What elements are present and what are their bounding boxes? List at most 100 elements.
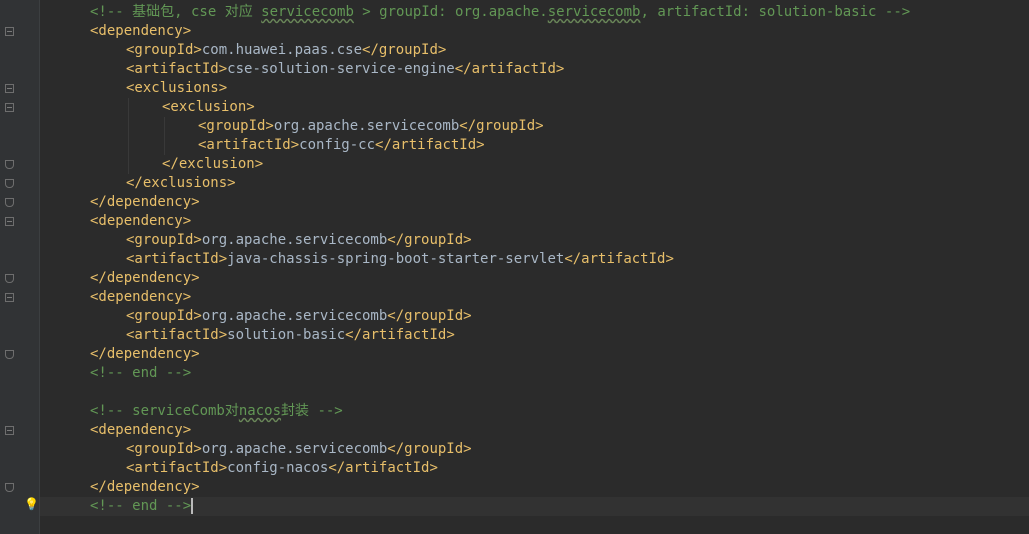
- xml-tag: </artifactId>: [328, 460, 438, 476]
- xml-comment: nacos: [238, 403, 282, 419]
- indent-guide: [128, 98, 129, 174]
- code-line[interactable]: <artifactId>config-nacos</artifactId>: [40, 459, 1029, 478]
- code-line-text: <artifactId>config-nacos</artifactId>: [126, 459, 438, 478]
- xml-tag: <artifactId>: [126, 61, 228, 77]
- fold-collapse-icon[interactable]: [5, 27, 14, 36]
- code-line[interactable]: <artifactId>java-chassis-spring-boot-sta…: [40, 250, 1029, 269]
- xml-tag: </groupId>: [387, 308, 472, 324]
- fold-collapse-icon[interactable]: [5, 84, 14, 93]
- code-line[interactable]: <artifactId>cse-solution-service-engine<…: [40, 60, 1029, 79]
- code-line-text: <exclusion>: [162, 98, 255, 117]
- xml-tag: <groupId>: [126, 42, 202, 58]
- xml-tag: </artifactId>: [375, 137, 485, 153]
- xml-tag: <artifactId>: [126, 327, 228, 343]
- code-line[interactable]: <dependency>: [40, 22, 1029, 41]
- code-line-text: <dependency>: [90, 22, 191, 41]
- code-line-text: <groupId>org.apache.servicecomb</groupId…: [198, 117, 544, 136]
- xml-value: cse-solution-service-engine: [227, 61, 455, 77]
- xml-tag: <dependency>: [90, 213, 192, 229]
- code-line-text: <artifactId>java-chassis-spring-boot-sta…: [126, 250, 674, 269]
- xml-comment: > groupId: org.apache.: [353, 4, 548, 20]
- xml-value: org.apache.servicecomb: [201, 308, 388, 324]
- xml-comment: <!-- end -->: [90, 365, 192, 381]
- fold-end-icon[interactable]: [5, 160, 14, 169]
- xml-comment: servicecomb: [261, 4, 354, 20]
- code-line[interactable]: <artifactId>config-cc</artifactId>: [40, 136, 1029, 155]
- xml-tag: <dependency>: [90, 289, 192, 305]
- xml-tag: </artifactId>: [564, 251, 674, 267]
- xml-comment: <!-- end -->: [90, 498, 192, 514]
- code-line[interactable]: <exclusions>: [40, 79, 1029, 98]
- fold-end-icon[interactable]: [5, 198, 14, 207]
- code-line-text: </dependency>: [90, 269, 200, 288]
- code-line[interactable]: <groupId>org.apache.servicecomb</groupId…: [40, 231, 1029, 250]
- xml-tag: </artifactId>: [345, 327, 455, 343]
- xml-tag: </exclusions>: [126, 175, 236, 191]
- fold-collapse-icon[interactable]: [5, 426, 14, 435]
- xml-tag: </groupId>: [387, 441, 472, 457]
- code-line[interactable]: <dependency>: [40, 421, 1029, 440]
- code-line[interactable]: <groupId>org.apache.servicecomb</groupId…: [40, 117, 1029, 136]
- code-line[interactable]: </exclusion>: [40, 155, 1029, 174]
- code-line[interactable]: <groupId>org.apache.servicecomb</groupId…: [40, 440, 1029, 459]
- lightbulb-icon[interactable]: 💡: [24, 497, 39, 511]
- xml-comment: <!-- serviceComb对: [90, 403, 239, 419]
- xml-tag: </groupId>: [387, 232, 472, 248]
- text-caret: [191, 498, 194, 514]
- xml-tag: <artifactId>: [126, 251, 228, 267]
- code-editor[interactable]: 💡 <!-- 基础包, cse 对应 servicecomb > groupId…: [0, 0, 1029, 534]
- xml-tag: </dependency>: [90, 479, 200, 495]
- fold-collapse-icon[interactable]: [5, 103, 14, 112]
- code-line[interactable]: </dependency>: [40, 478, 1029, 497]
- code-line-text: <artifactId>config-cc</artifactId>: [198, 136, 485, 155]
- code-line[interactable]: <artifactId>solution-basic</artifactId>: [40, 326, 1029, 345]
- code-line[interactable]: </exclusions>: [40, 174, 1029, 193]
- xml-value: config-nacos: [227, 460, 329, 476]
- code-line[interactable]: <!-- end -->: [40, 364, 1029, 383]
- xml-tag: <artifactId>: [126, 460, 228, 476]
- fold-collapse-icon[interactable]: [5, 217, 14, 226]
- code-line[interactable]: <dependency>: [40, 212, 1029, 231]
- xml-tag: <dependency>: [90, 23, 192, 39]
- xml-tag: </artifactId>: [454, 61, 565, 77]
- code-line-text: </exclusion>: [162, 155, 263, 174]
- code-line-text: <groupId>org.apache.servicecomb</groupId…: [126, 440, 472, 459]
- code-line[interactable]: </dependency>: [40, 193, 1029, 212]
- code-line[interactable]: <groupId>com.huawei.paas.cse</groupId>: [40, 41, 1029, 60]
- code-line[interactable]: <!-- end -->: [40, 497, 1029, 516]
- xml-value: org.apache.servicecomb: [201, 441, 388, 457]
- code-line[interactable]: </dependency>: [40, 269, 1029, 288]
- xml-tag: <groupId>: [126, 232, 202, 248]
- fold-end-icon[interactable]: [5, 179, 14, 188]
- code-line[interactable]: <groupId>org.apache.servicecomb</groupId…: [40, 307, 1029, 326]
- fold-end-icon[interactable]: [5, 483, 14, 492]
- fold-collapse-icon[interactable]: [5, 293, 14, 302]
- code-line-text: </exclusions>: [126, 174, 236, 193]
- xml-tag: </dependency>: [90, 346, 200, 362]
- code-line[interactable]: <!-- 基础包, cse 对应 servicecomb > groupId: …: [40, 3, 1029, 22]
- code-line[interactable]: <exclusion>: [40, 98, 1029, 117]
- xml-tag: <dependency>: [90, 422, 192, 438]
- code-area[interactable]: <!-- 基础包, cse 对应 servicecomb > groupId: …: [40, 0, 1029, 534]
- xml-comment: , artifactId: solution-basic -->: [640, 4, 911, 20]
- xml-value: config-cc: [299, 137, 376, 153]
- xml-tag: <artifactId>: [198, 137, 300, 153]
- code-line-text: <groupId>org.apache.servicecomb</groupId…: [126, 307, 472, 326]
- xml-value: org.apache.servicecomb: [201, 232, 388, 248]
- code-line-text: <dependency>: [90, 421, 191, 440]
- xml-tag: <groupId>: [126, 441, 202, 457]
- editor-gutter[interactable]: 💡: [0, 0, 40, 534]
- code-line-text: <artifactId>cse-solution-service-engine<…: [126, 60, 564, 79]
- xml-tag: <exclusion>: [162, 99, 255, 115]
- xml-value: java-chassis-spring-boot-starter-servlet: [227, 251, 565, 267]
- xml-tag: </exclusion>: [162, 156, 264, 172]
- fold-end-icon[interactable]: [5, 350, 14, 359]
- code-line[interactable]: <dependency>: [40, 288, 1029, 307]
- code-line-text: </dependency>: [90, 193, 200, 212]
- xml-tag: </dependency>: [90, 194, 200, 210]
- code-line[interactable]: </dependency>: [40, 345, 1029, 364]
- code-line[interactable]: <!-- serviceComb对nacos封装 -->: [40, 402, 1029, 421]
- fold-end-icon[interactable]: [5, 274, 14, 283]
- code-line-text: <exclusions>: [126, 79, 227, 98]
- code-line[interactable]: [40, 383, 1029, 402]
